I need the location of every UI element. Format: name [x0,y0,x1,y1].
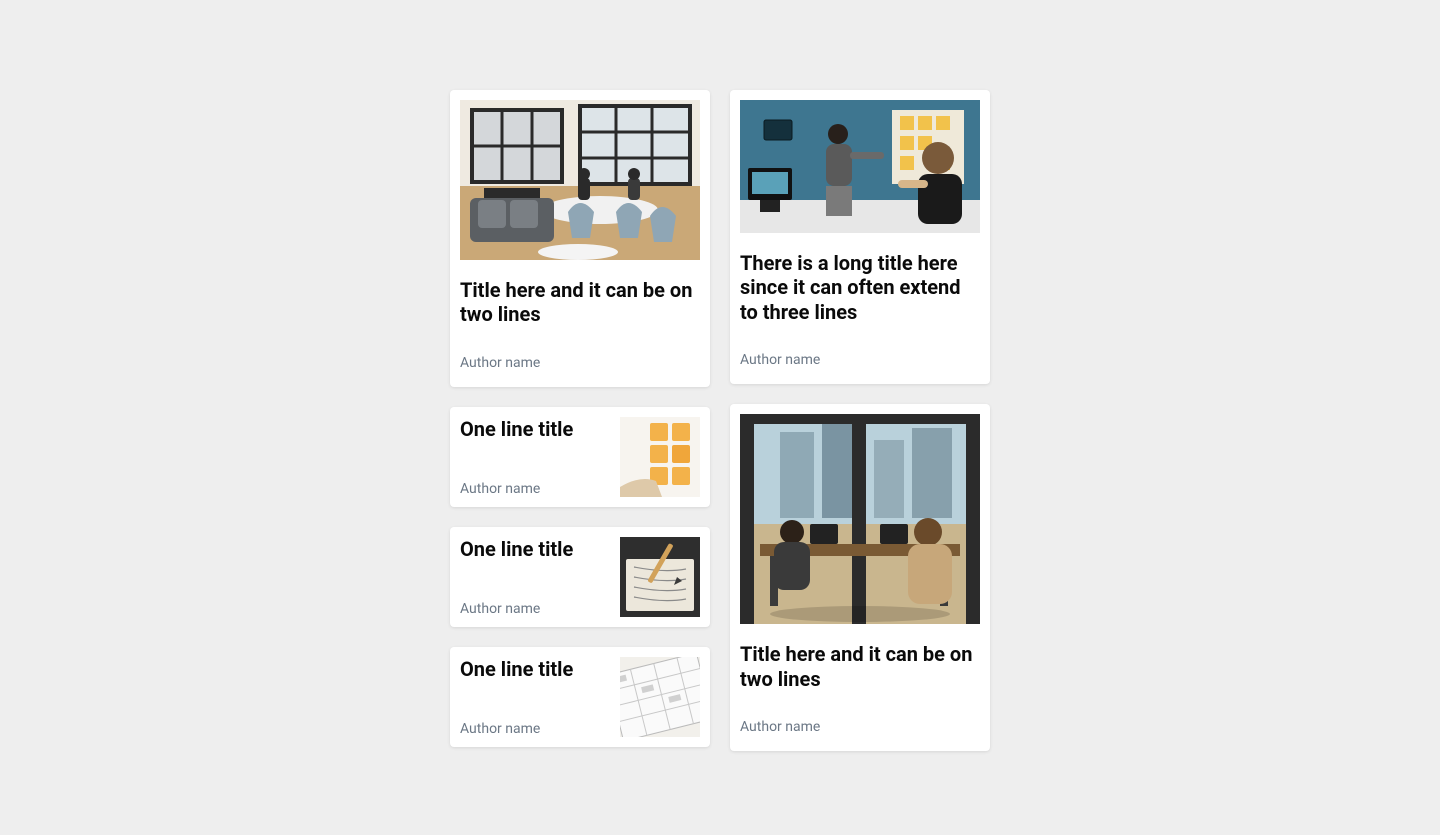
right-column: There is a long title here since it can … [730,90,990,751]
article-card[interactable]: Title here and it can be on two lines Au… [450,90,710,387]
card-title: One line title [460,537,573,561]
article-card[interactable]: Title here and it can be on two lines Au… [730,404,990,751]
card-title: Title here and it can be on two lines [460,278,700,327]
card-title: One line title [460,657,573,681]
card-author: Author name [460,601,573,617]
card-grid: Title here and it can be on two lines Au… [450,90,990,751]
card-thumbnail [620,417,700,497]
card-thumbnail [620,537,700,617]
card-thumbnail [620,657,700,737]
article-card[interactable]: One line title Author name [450,527,710,627]
article-card[interactable]: One line title Author name [450,647,710,747]
card-title: One line title [460,417,573,441]
card-author: Author name [460,481,573,497]
card-author: Author name [460,355,700,371]
card-author: Author name [740,719,980,735]
article-card[interactable]: One line title Author name [450,407,710,507]
card-title: Title here and it can be on two lines [740,642,980,691]
card-author: Author name [460,721,573,737]
card-title: There is a long title here since it can … [740,251,980,324]
card-image [740,414,980,624]
left-column: Title here and it can be on two lines Au… [450,90,710,751]
card-image [460,100,700,260]
card-image [740,100,980,233]
article-card[interactable]: There is a long title here since it can … [730,90,990,384]
card-author: Author name [740,352,980,368]
